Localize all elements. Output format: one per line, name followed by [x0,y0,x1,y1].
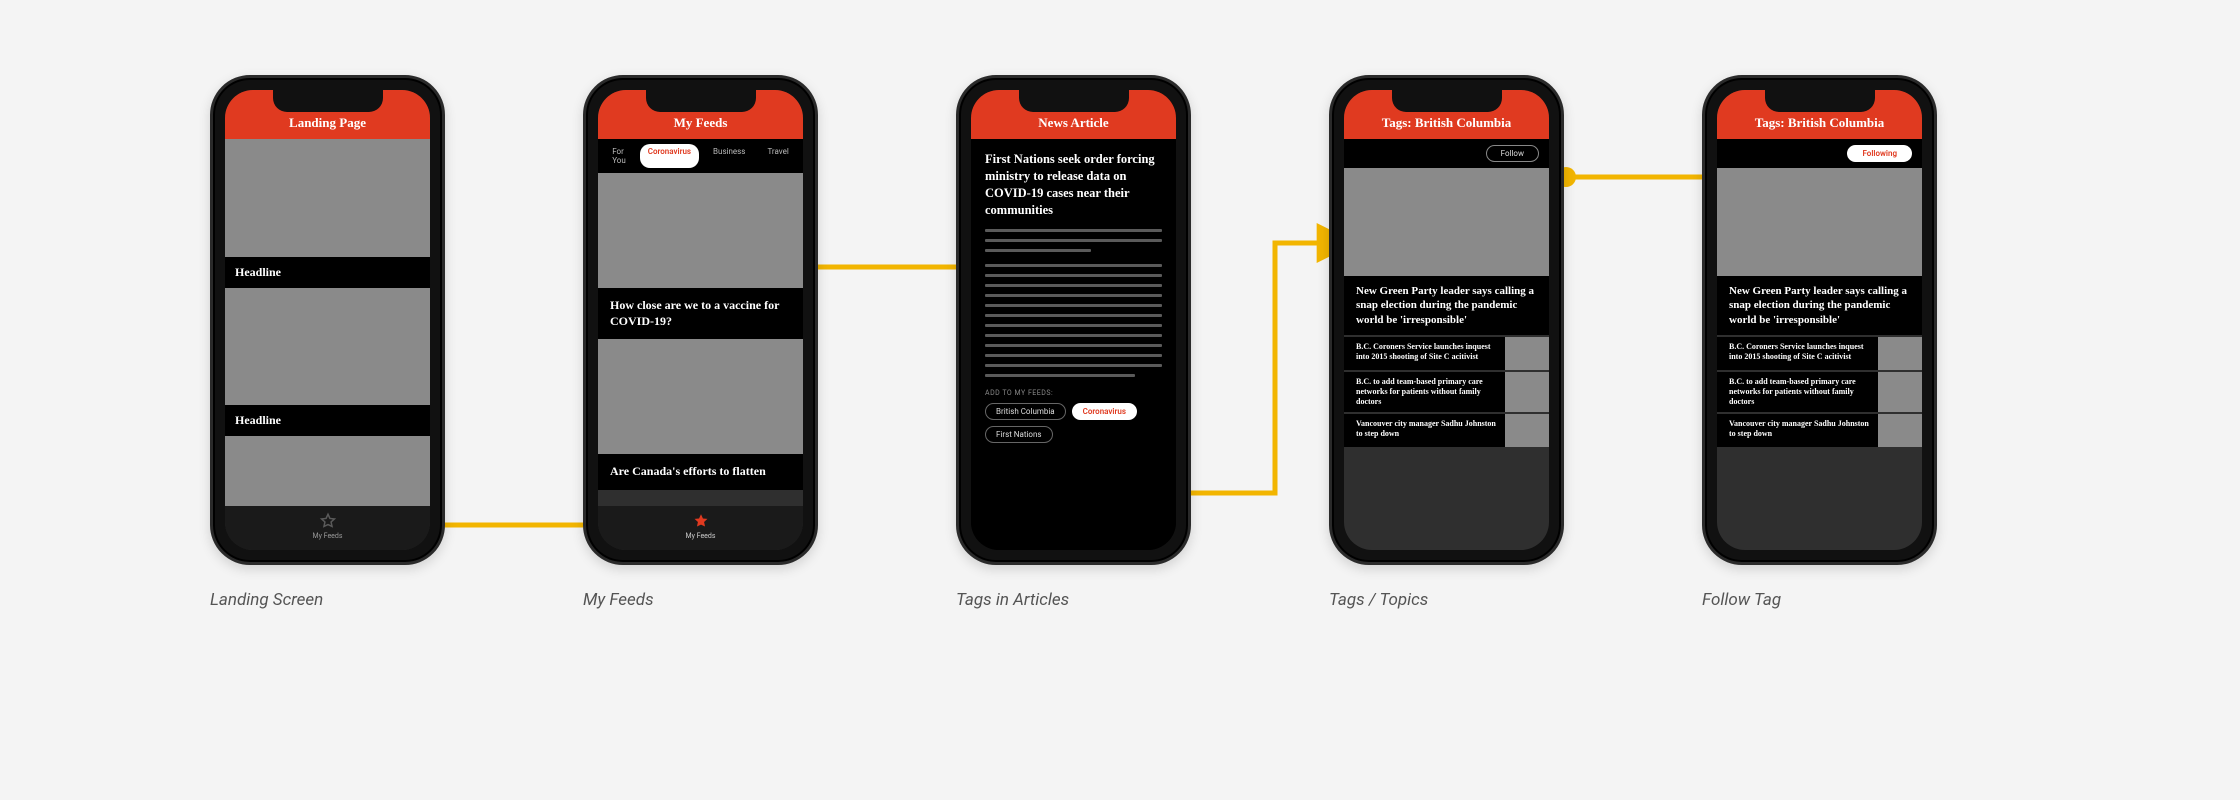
caption-follow-tag: Follow Tag [1702,590,1781,610]
diagram-canvas: Landing Page Headline Headline My Feeds [0,0,2240,800]
caption-my-feeds: My Feeds [583,590,654,610]
tab-bar: My Feeds [225,506,430,550]
caption-landing: Landing Screen [210,590,323,610]
feed-segments: For You Coronavirus Business Travel [598,139,803,173]
segment-business[interactable]: Business [705,144,753,168]
phone-landing: Landing Page Headline Headline My Feeds [210,75,445,565]
tag-british-columbia[interactable]: British Columbia [985,403,1066,420]
list-item[interactable]: B.C. Coroners Service launches inquest i… [1344,335,1549,370]
tab-my-feeds-active[interactable]: My Feeds [671,512,731,540]
phone-my-feeds: My Feeds For You Coronavirus Business Tr… [583,75,818,565]
article-tags: British Columbia Coronavirus First Natio… [985,403,1162,443]
add-to-feeds-label: ADD TO MY FEEDS: [985,389,1162,397]
tag-lead-story[interactable]: New Green Party leader says calling a sn… [1344,276,1549,335]
star-outline-icon [319,512,337,530]
caption-tags-articles: Tags in Articles [956,590,1069,610]
headline-2[interactable]: Headline [225,405,430,436]
follow-button[interactable]: Follow [1486,145,1539,162]
list-item[interactable]: Vancouver city manager Sadhu Johnston to… [1717,412,1922,447]
tag-first-nations[interactable]: First Nations [985,426,1053,443]
phone-tag-follow: Tags: British Columbia Follow New Green … [1329,75,1564,565]
tab-my-feeds[interactable]: My Feeds [298,512,358,540]
phone-article: News Article First Nations seek order fo… [956,75,1191,565]
segment-travel[interactable]: Travel [759,144,796,168]
feed-story-1[interactable]: How close are we to a vaccine for COVID-… [598,288,803,339]
story-image-placeholder [598,339,803,454]
tag-lead-story[interactable]: New Green Party leader says calling a sn… [1717,276,1922,335]
hero-image-placeholder [1344,168,1549,276]
tab-bar: My Feeds [598,506,803,550]
feed-story-2[interactable]: Are Canada's efforts to flatten [598,454,803,490]
segment-coronavirus[interactable]: Coronavirus [640,144,699,168]
list-item[interactable]: B.C. to add team-based primary care netw… [1344,370,1549,412]
list-item[interactable]: B.C. Coroners Service launches inquest i… [1717,335,1922,370]
article-title: First Nations seek order forcing ministr… [985,139,1162,229]
tab-label: My Feeds [686,532,716,540]
list-item[interactable]: B.C. to add team-based primary care netw… [1717,370,1922,412]
segment-for-you[interactable]: For You [604,144,634,168]
image-placeholder [225,288,430,405]
tab-label: My Feeds [313,532,343,540]
caption-tags-topics: Tags / Topics [1329,590,1428,610]
following-button[interactable]: Following [1847,145,1912,162]
headline-1[interactable]: Headline [225,257,430,288]
image-placeholder [225,436,430,506]
hero-image-placeholder [225,139,430,257]
list-item[interactable]: Vancouver city manager Sadhu Johnston to… [1344,412,1549,447]
tag-coronavirus[interactable]: Coronavirus [1072,403,1137,420]
story-image-placeholder [598,173,803,288]
star-filled-icon [692,512,710,530]
phone-tag-following: Tags: British Columbia Following New Gre… [1702,75,1937,565]
hero-image-placeholder [1717,168,1922,276]
